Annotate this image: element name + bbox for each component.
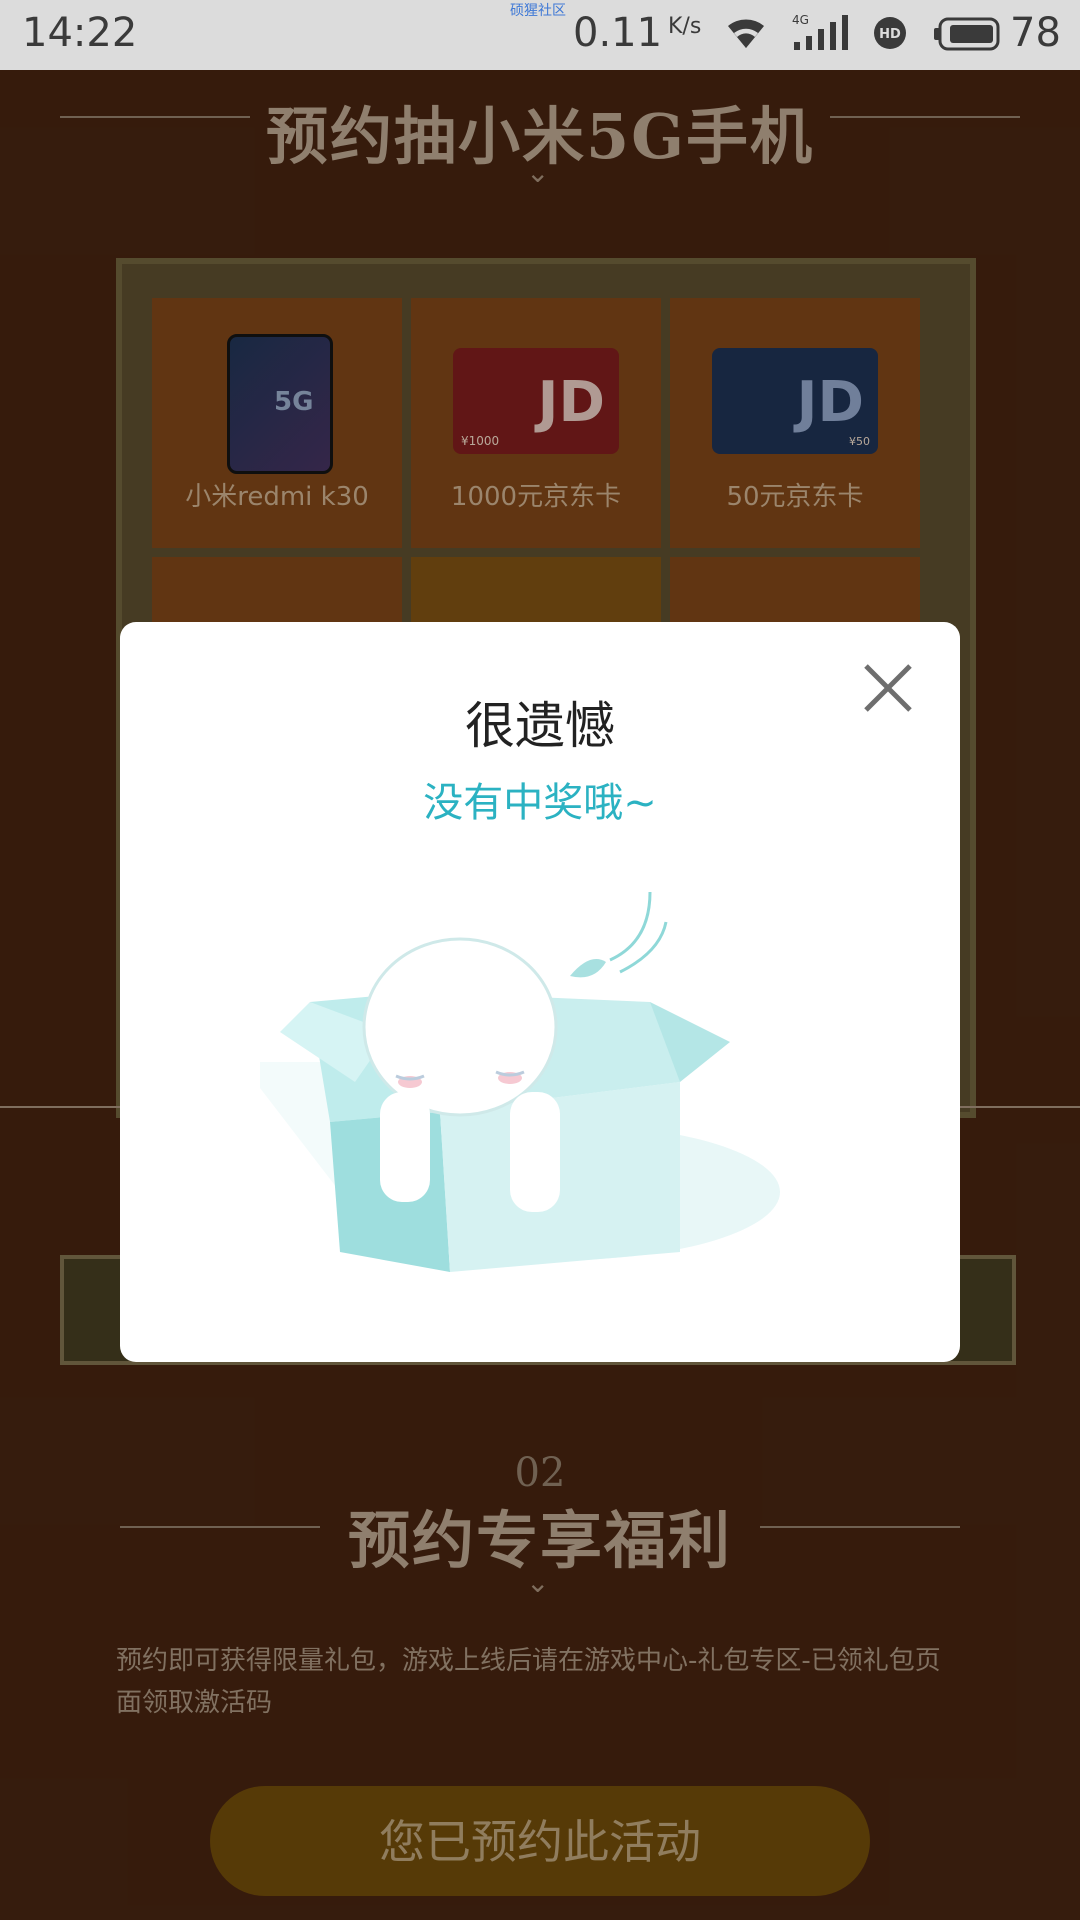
status-center-label: 硕猩社区 — [510, 3, 566, 19]
signal-icon: 4G — [790, 12, 850, 56]
dialog-subtitle: 没有中奖哦~ — [423, 780, 657, 826]
close-icon — [864, 664, 912, 712]
close-button[interactable] — [860, 660, 916, 716]
network-speed-unit: K/s — [668, 14, 702, 39]
empty-box-illustration — [260, 892, 780, 1272]
status-bar: 14:22 硕猩社区 0.11 K/s 4G HD 78 — [0, 0, 1080, 70]
network-speed: 0.11 — [573, 10, 663, 56]
result-dialog: 很遗憾 没有中奖哦~ — [120, 622, 960, 1362]
status-time: 14:22 — [22, 10, 138, 56]
wifi-icon — [724, 14, 768, 54]
battery-icon — [934, 17, 1002, 55]
svg-text:4G: 4G — [792, 13, 809, 27]
dialog-title: 很遗憾 — [465, 697, 615, 755]
battery-level: 78 — [1010, 10, 1061, 56]
svg-text:HD: HD — [879, 27, 901, 42]
hd-icon: HD — [872, 15, 908, 55]
